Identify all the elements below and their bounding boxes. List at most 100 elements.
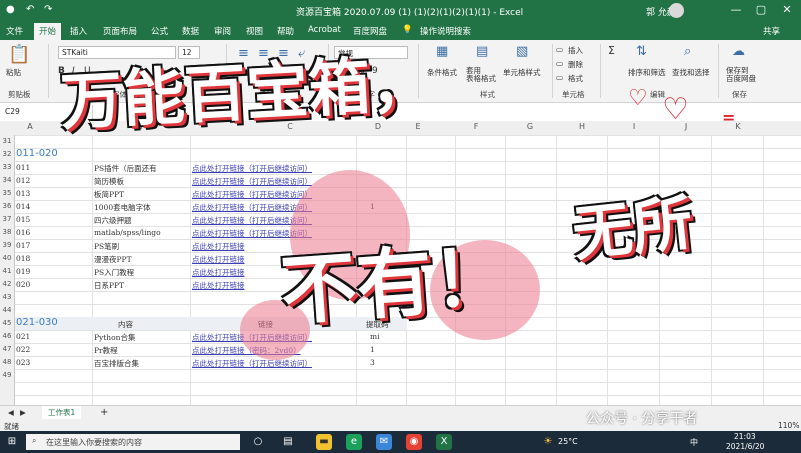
- cell-name[interactable]: PS插件（后面还有: [94, 163, 157, 174]
- column-header[interactable]: G: [520, 122, 540, 131]
- cell-name[interactable]: PS笔刷: [94, 241, 119, 252]
- column-header[interactable]: A: [20, 122, 40, 131]
- row-header[interactable]: 41: [0, 267, 14, 275]
- cell-id[interactable]: 015: [16, 215, 30, 224]
- paste-icon[interactable]: 📋: [8, 44, 30, 65]
- task-view-icon[interactable]: ○: [250, 434, 266, 450]
- avatar[interactable]: [669, 3, 684, 18]
- undo-icon[interactable]: ↶: [26, 4, 34, 15]
- chrome-icon[interactable]: ◉: [406, 434, 422, 450]
- cell-name[interactable]: matlab/spss/lingo: [94, 228, 161, 237]
- row-header[interactable]: 36: [0, 202, 14, 210]
- row-header[interactable]: 43: [0, 293, 14, 301]
- row-header[interactable]: 40: [0, 254, 14, 262]
- edge-icon[interactable]: e: [346, 434, 362, 450]
- file-explorer-icon[interactable]: ▬: [316, 434, 332, 450]
- tab-formulas[interactable]: 公式: [151, 25, 168, 37]
- cell-link[interactable]: 点此处打开链接（打开后继续访问）: [192, 358, 312, 369]
- tab-insert[interactable]: 插入: [70, 25, 87, 37]
- row-header[interactable]: 45: [0, 319, 14, 327]
- cell-name[interactable]: 板简PPT: [94, 189, 124, 200]
- cell-style-label[interactable]: 单元格样式: [503, 67, 541, 78]
- row-header[interactable]: 42: [0, 280, 14, 288]
- conditional-format-icon[interactable]: ▦: [436, 44, 448, 59]
- cell-id[interactable]: 017: [16, 241, 30, 250]
- cell-id[interactable]: 020: [16, 280, 30, 289]
- row-header[interactable]: 31: [0, 137, 14, 145]
- cell-id[interactable]: 011: [16, 163, 30, 172]
- row-header[interactable]: 33: [0, 163, 14, 171]
- row-header[interactable]: 32: [0, 150, 14, 158]
- cell-name[interactable]: 百宝排版合集: [94, 358, 139, 369]
- weather-temp[interactable]: 25°C: [558, 437, 578, 446]
- zoom-level[interactable]: 110%: [778, 421, 799, 430]
- windows-start-icon[interactable]: ⊞: [4, 434, 20, 450]
- clock-date[interactable]: 2021/6/20: [726, 442, 764, 451]
- next-sheet-icon[interactable]: ▶: [20, 408, 26, 417]
- tab-view[interactable]: 视图: [246, 25, 263, 37]
- column-header[interactable]: I: [624, 122, 644, 131]
- autosum-icon[interactable]: Σ: [608, 44, 615, 57]
- cell-id[interactable]: 013: [16, 189, 30, 198]
- cell-link[interactable]: 点此处打开链接: [192, 280, 245, 291]
- cell-id[interactable]: 021: [16, 332, 30, 341]
- add-sheet-button[interactable]: +: [100, 407, 108, 418]
- save-baidu-label[interactable]: 保存到 百度网盘: [726, 67, 756, 83]
- cell-name[interactable]: 日系PPT: [94, 280, 124, 291]
- baidu-cloud-icon[interactable]: ☁: [732, 44, 745, 59]
- cell-link[interactable]: 点此处打开链接: [192, 267, 245, 278]
- cell-link[interactable]: 点此处打开链接: [192, 241, 245, 252]
- tab-file[interactable]: 文件: [6, 25, 23, 37]
- column-header[interactable]: H: [572, 122, 592, 131]
- restore-button[interactable]: ▢: [752, 3, 770, 16]
- row-header[interactable]: 38: [0, 228, 14, 236]
- cell-id[interactable]: 018: [16, 254, 30, 263]
- cell-style-icon[interactable]: ▧: [516, 44, 528, 59]
- row-header[interactable]: 47: [0, 345, 14, 353]
- cell-code[interactable]: 3: [370, 358, 375, 367]
- cell-link[interactable]: 点此处打开链接: [192, 254, 245, 265]
- cell-id[interactable]: 022: [16, 345, 30, 354]
- share-button[interactable]: 共享: [763, 25, 780, 37]
- format-cells-button[interactable]: 格式: [568, 73, 583, 84]
- row-header[interactable]: 34: [0, 176, 14, 184]
- table-format-icon[interactable]: ▤: [476, 44, 488, 59]
- cell-id[interactable]: 014: [16, 202, 30, 211]
- prev-sheet-icon[interactable]: ◀: [8, 408, 14, 417]
- close-button[interactable]: ✕: [778, 3, 796, 16]
- cell-link[interactable]: 点此处打开链接（打开后继续访问）: [192, 163, 312, 174]
- row-header[interactable]: 39: [0, 241, 14, 249]
- paste-label[interactable]: 粘贴: [6, 67, 21, 78]
- tab-review[interactable]: 审阅: [214, 25, 231, 37]
- autosave-icon[interactable]: ●: [6, 4, 15, 15]
- cell-link[interactable]: 点此处打开链接（打开后继续访问）: [192, 189, 312, 200]
- cell-name[interactable]: 1000套电脑字体: [94, 202, 151, 213]
- widgets-icon[interactable]: ▤: [280, 434, 296, 450]
- cell-link[interactable]: 点此处打开链接（打开后继续访问）: [192, 176, 312, 187]
- row-header[interactable]: 35: [0, 189, 14, 197]
- cell-name[interactable]: PS入门教程: [94, 267, 134, 278]
- ime-indicator[interactable]: 中: [690, 437, 698, 448]
- column-header[interactable]: F: [466, 122, 486, 131]
- cell-id[interactable]: 012: [16, 176, 30, 185]
- tab-acrobat[interactable]: Acrobat: [308, 25, 341, 35]
- cell-id[interactable]: 023: [16, 358, 30, 367]
- table-format-label[interactable]: 套用 表格格式: [466, 67, 496, 83]
- tab-data[interactable]: 数据: [182, 25, 199, 37]
- row-header[interactable]: 44: [0, 306, 14, 314]
- cell-name[interactable]: 简历模板: [94, 176, 124, 187]
- tab-page-layout[interactable]: 页面布局: [103, 25, 137, 37]
- taskbar-search-input[interactable]: ⌕ 在这里输入你要搜索的内容: [26, 434, 240, 450]
- tab-help[interactable]: 帮助: [277, 25, 294, 37]
- cell-name[interactable]: Pr教程: [94, 345, 118, 356]
- name-box[interactable]: C29: [2, 106, 60, 118]
- cell-name[interactable]: 漫漫夜PPT: [94, 254, 132, 265]
- cell-name[interactable]: 四六级押题: [94, 215, 132, 226]
- find-select-label[interactable]: 查找和选择: [672, 67, 710, 78]
- insert-cells-button[interactable]: 插入: [568, 45, 583, 56]
- clock-time[interactable]: 21:03: [734, 432, 756, 441]
- minimize-button[interactable]: —: [727, 3, 745, 16]
- tab-home[interactable]: 开始: [34, 23, 62, 40]
- cell-id[interactable]: 016: [16, 228, 30, 237]
- cell-id[interactable]: 019: [16, 267, 30, 276]
